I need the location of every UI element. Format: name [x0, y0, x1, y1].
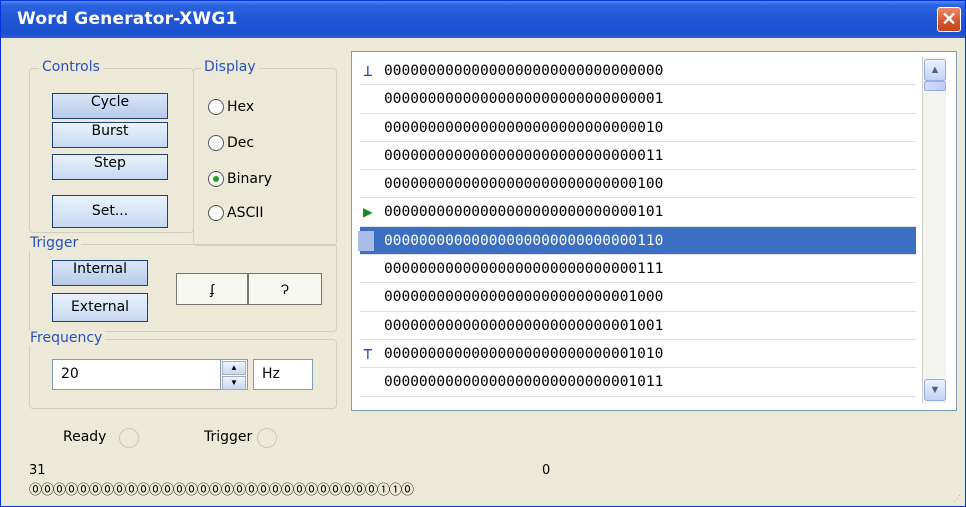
radio-circle-checked[interactable] [208, 171, 224, 187]
word-value: 00000000000000000000000000001001 [384, 317, 664, 334]
frequency-unit[interactable]: Hz [253, 359, 313, 390]
row-marker-empty [363, 259, 379, 279]
word-value: 00000000000000000000000000000110 [384, 232, 664, 249]
word-list[interactable]: ⊤ 00000000000000000000000000000000 0000000… [351, 51, 957, 411]
resize-grip-icon[interactable]: ⋰ [953, 494, 963, 504]
play-triangle-icon: ▶ [363, 202, 373, 222]
word-rows: ⊤ 00000000000000000000000000000000 0000000… [358, 57, 916, 397]
radio-hex[interactable]: Hex [208, 99, 254, 115]
word-row[interactable]: 00000000000000000000000000000111 [360, 255, 916, 284]
word-row[interactable]: ▶ 00000000000000000000000000000101 [360, 198, 916, 227]
lsb-label: 0 [542, 463, 551, 478]
scroll-up-icon[interactable]: ▲ [924, 59, 946, 81]
cycle-button[interactable]: Cycle [52, 93, 168, 119]
controls-legend: Controls [39, 59, 103, 75]
radio-label-ascii: ASCII [227, 205, 264, 221]
word-value: 00000000000000000000000000000111 [384, 261, 664, 278]
row-marker-empty [363, 89, 379, 109]
radio-label-dec: Dec [227, 135, 255, 151]
word-row[interactable]: 00000000000000000000000000000001 [360, 85, 916, 114]
rising-edge-button[interactable]: ʄ [176, 273, 248, 305]
radio-ascii[interactable]: ASCII [208, 205, 264, 221]
row-marker-empty [363, 146, 379, 166]
radio-label-hex: Hex [227, 99, 255, 115]
bit-indicators: ⓪⓪⓪⓪⓪⓪⓪⓪⓪⓪⓪⓪⓪⓪⓪⓪⓪⓪⓪⓪⓪⓪⓪⓪⓪⓪⓪⓪⓪①①⓪ [29, 483, 414, 498]
word-row[interactable]: ⊤ 00000000000000000000000000000000 [360, 57, 916, 86]
word-value: 00000000000000000000000000001010 [384, 345, 664, 362]
trigger-indicator [257, 428, 277, 448]
word-row[interactable]: 00000000000000000000000000001011 [360, 368, 916, 397]
word-generator-window: Word Generator-XWG1 ✕ Controls Cycle Bur… [0, 0, 966, 507]
spinner-up-icon[interactable]: ▲ [222, 361, 246, 375]
scroll-thumb[interactable] [924, 81, 946, 91]
row-selector-icon [358, 230, 374, 251]
row-marker-empty [363, 287, 379, 307]
word-value: 00000000000000000000000000000001 [384, 91, 664, 108]
radio-binary[interactable]: Binary [208, 171, 272, 187]
frequency-input[interactable]: 20 [52, 359, 221, 390]
step-button[interactable]: Step [52, 154, 168, 180]
radio-label-binary: Binary [227, 171, 272, 187]
ready-indicator [119, 428, 139, 448]
word-value: 00000000000000000000000000000101 [384, 204, 664, 221]
set-button[interactable]: Set... [52, 195, 168, 228]
radio-dec[interactable]: Dec [208, 135, 254, 151]
window-title: Word Generator-XWG1 [17, 9, 238, 29]
radio-circle[interactable] [208, 99, 224, 115]
radio-circle[interactable] [208, 205, 224, 221]
row-marker-empty [363, 118, 379, 138]
word-row[interactable]: 00000000000000000000000000000010 [360, 114, 916, 142]
word-value: 00000000000000000000000000000010 [384, 119, 664, 136]
vertical-scrollbar[interactable]: ▲ ▼ [922, 57, 946, 403]
external-button[interactable]: External [52, 293, 148, 322]
spinner-down-icon[interactable]: ▼ [222, 376, 246, 390]
burst-button[interactable]: Burst [52, 122, 168, 148]
frequency-legend: Frequency [27, 330, 106, 346]
word-value: 00000000000000000000000000000011 [384, 147, 664, 164]
close-button[interactable]: ✕ [937, 7, 961, 32]
word-row[interactable]: 00000000000000000000000000000011 [360, 142, 916, 171]
row-marker-empty [363, 174, 379, 194]
end-arrow-icon: ⊥ [363, 344, 373, 364]
word-row[interactable]: 00000000000000000000000000000100 [360, 170, 916, 199]
title-bar[interactable]: Word Generator-XWG1 ✕ [1, 1, 965, 38]
display-legend: Display [201, 59, 259, 75]
msb-label: 31 [29, 463, 46, 478]
trigger-legend: Trigger [27, 235, 82, 251]
word-value: 00000000000000000000000000001011 [384, 374, 664, 391]
row-marker-empty [363, 316, 379, 336]
trigger-label: Trigger [204, 429, 253, 445]
word-value: 00000000000000000000000000000100 [384, 176, 664, 193]
internal-button[interactable]: Internal [52, 260, 148, 286]
ready-label: Ready [63, 429, 107, 445]
word-value: 00000000000000000000000000000000 [384, 63, 664, 79]
row-marker-empty [363, 372, 379, 392]
falling-edge-button[interactable]: Ɂ [248, 273, 322, 305]
start-arrow-icon: ⊤ [363, 62, 373, 81]
radio-circle[interactable] [208, 135, 224, 151]
scroll-down-icon[interactable]: ▼ [924, 379, 946, 401]
word-row[interactable]: ⊥ 00000000000000000000000000001010 [360, 340, 916, 369]
word-row[interactable]: 00000000000000000000000000001001 [360, 312, 916, 340]
word-row[interactable]: 00000000000000000000000000000110 [358, 226, 916, 256]
word-row[interactable]: 00000000000000000000000000001000 [360, 283, 916, 312]
word-value: 00000000000000000000000000001000 [384, 289, 664, 306]
frequency-spinner[interactable]: ▲ ▼ [220, 359, 248, 390]
